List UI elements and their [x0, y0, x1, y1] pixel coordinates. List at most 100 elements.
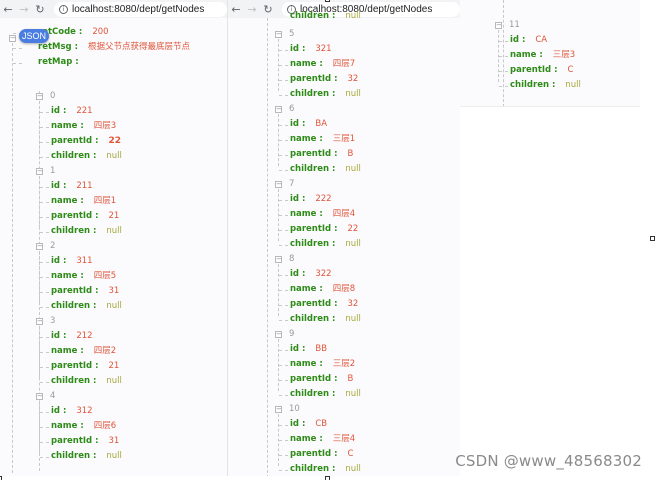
field-parent-id-key: parentId : — [51, 361, 99, 371]
field-parent-id-key: parentId : — [290, 149, 338, 159]
tree-branch-line — [279, 230, 288, 231]
field-id-value: 312 — [76, 406, 93, 416]
reload-icon[interactable]: ↻ — [260, 1, 276, 17]
field-name-key: name : — [51, 271, 84, 281]
field-children: children : null — [51, 151, 122, 162]
field-parent-id-key: parentId : — [290, 449, 338, 459]
array-index: 11 — [509, 20, 520, 30]
collapse-toggle-icon[interactable]: − — [275, 256, 282, 263]
field-parent-id-key: parentId : — [51, 136, 99, 146]
field-id: id : BA — [290, 119, 327, 130]
collapse-toggle-icon[interactable]: − — [275, 106, 282, 113]
collapse-toggle-icon[interactable]: − — [36, 318, 43, 325]
field-children-value: null — [345, 389, 361, 399]
field-id-key: id : — [290, 44, 306, 54]
field-name-value: 四层8 — [332, 284, 356, 294]
field-parent-id-value: 32 — [347, 74, 359, 84]
array-index: 7 — [289, 179, 295, 189]
tree-branch-line — [40, 157, 49, 158]
field-name: name : 四层8 — [290, 284, 355, 295]
array-index: 0 — [50, 91, 56, 101]
ret-map-key: retMap : — [38, 57, 79, 67]
field-children: children : null — [510, 80, 581, 91]
collapse-toggle-icon[interactable]: − — [275, 31, 282, 38]
browser-pane-middle: ← → ↻ i localhost:8080/dept/getNodes chi… — [228, 0, 460, 476]
field-id: id : 321 — [290, 44, 332, 55]
field-name-key: name : — [290, 209, 323, 219]
field-name: name : 三层1 — [290, 134, 355, 145]
tree-branch-line — [40, 142, 49, 143]
field-id: id : 221 — [51, 106, 93, 117]
tree-branch-line — [40, 217, 49, 218]
collapse-toggle-icon[interactable]: − — [275, 331, 282, 338]
forward-arrow-icon[interactable]: → — [16, 1, 32, 17]
field-id: id : CB — [290, 419, 327, 430]
field-parent-id-key: parentId : — [510, 65, 558, 75]
field-name: name : 三层3 — [510, 50, 575, 61]
tree-branch-line — [499, 86, 508, 87]
resize-handle-right[interactable] — [650, 236, 655, 241]
collapse-toggle-icon[interactable]: − — [36, 393, 43, 400]
field-name: name : 四层6 — [51, 421, 116, 432]
field-id: id : BB — [290, 344, 327, 355]
resize-handle-bottom[interactable] — [325, 476, 330, 480]
field-name: name : 四层2 — [51, 346, 116, 357]
field-parent-id-value: C — [567, 65, 574, 75]
field-id-key: id : — [290, 269, 306, 279]
field-parent-id: parentId : 21 — [51, 361, 119, 372]
field-children: children : null — [51, 226, 122, 237]
site-info-icon[interactable]: i — [59, 4, 68, 14]
collapse-toggle-icon[interactable]: − — [275, 181, 282, 188]
collapse-toggle-icon[interactable]: − — [275, 406, 282, 413]
field-children-key: children : — [51, 301, 97, 311]
field-id-key: id : — [290, 344, 306, 354]
field-children: children : null — [290, 389, 361, 400]
forward-arrow-icon[interactable]: → — [244, 1, 260, 17]
field-parent-id: parentId : 31 — [51, 436, 119, 447]
array-index: 4 — [50, 391, 56, 401]
address-bar[interactable]: i localhost:8080/dept/getNodes — [54, 1, 227, 17]
tree-branch-line — [279, 425, 288, 426]
field-id-value: 222 — [315, 194, 332, 204]
field-name-key: name : — [290, 59, 323, 69]
tree-branch-line — [279, 155, 288, 156]
resize-handle-corner[interactable] — [0, 476, 2, 480]
collapse-root-icon[interactable]: − — [9, 35, 16, 42]
resize-handle-top[interactable] — [325, 0, 330, 2]
field-parent-id-key: parentId : — [51, 286, 99, 296]
json-viewer-badge[interactable]: JSON — [19, 29, 49, 43]
field-name-value: 三层2 — [332, 359, 356, 369]
collapse-toggle-icon[interactable]: − — [495, 22, 502, 29]
tree-branch-line — [279, 320, 288, 321]
field-children-value: null — [345, 314, 361, 324]
field-children-value: null — [106, 451, 122, 461]
field-parent-id-key: parentId : — [51, 436, 99, 446]
back-arrow-icon[interactable]: ← — [0, 1, 16, 17]
field-id: id : 211 — [51, 181, 93, 192]
json-tree-middle: children : null −5 id :321 name : 四层7 parentId… — [228, 11, 460, 476]
tree-branch-line — [40, 337, 49, 338]
field-parent-id: parentId : 22 — [51, 136, 121, 147]
collapse-toggle-icon[interactable]: − — [36, 243, 43, 250]
field-children: children : null — [51, 301, 122, 312]
field-children-value: null — [345, 11, 361, 21]
collapse-toggle-icon[interactable]: − — [36, 168, 43, 175]
tree-branch-line — [40, 232, 49, 233]
field-name: name : 四层3 — [51, 121, 116, 132]
field-id: id : 322 — [290, 269, 332, 280]
tree-branch-line — [279, 80, 288, 81]
collapse-toggle-icon[interactable]: − — [36, 93, 43, 100]
reload-icon[interactable]: ↻ — [32, 1, 48, 17]
field-children-key: children : — [290, 11, 336, 21]
field-id: id : 312 — [51, 406, 93, 417]
field-children-value: null — [345, 239, 361, 249]
field-children-key: children : — [510, 80, 556, 90]
field-children-key: children : — [51, 151, 97, 161]
tree-guide-line — [503, 0, 504, 106]
array-index: 2 — [50, 241, 56, 251]
field-parent-id-value: 31 — [108, 436, 120, 446]
back-arrow-icon[interactable]: ← — [228, 1, 244, 17]
field-name-key: name : — [290, 134, 323, 144]
field-children-key: children : — [290, 464, 336, 474]
field-parent-id-value: 32 — [347, 299, 359, 309]
